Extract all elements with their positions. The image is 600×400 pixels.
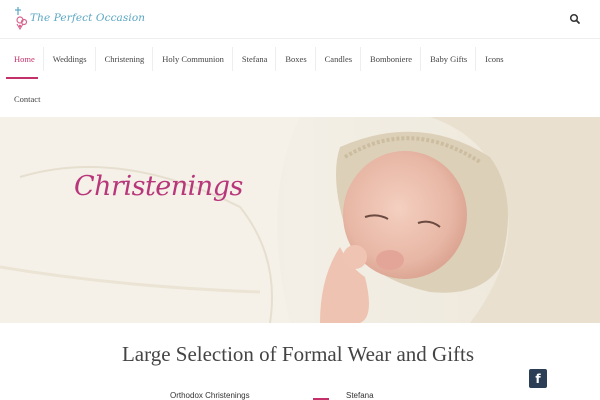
nav-item-label: Home	[14, 54, 35, 64]
nav-item-label: Icons	[485, 54, 504, 64]
nav-item-label: Baby Gifts	[430, 54, 468, 64]
hero-banner: Christenings	[0, 117, 600, 323]
nav-item-contact[interactable]: Contact	[0, 79, 49, 119]
facebook-icon: f	[535, 371, 541, 386]
nav-item-bomboniere[interactable]: Bomboniere	[361, 39, 422, 79]
nav-row-primary: Home Weddings Christening Holy Communion Ste…	[0, 39, 513, 79]
orthodox-christenings-heading: Orthodox Christenings	[170, 391, 250, 400]
nav-item-stefana[interactable]: Stefana	[233, 39, 277, 79]
nav-item-icons[interactable]: Icons	[476, 39, 512, 79]
section-title: Large Selection of Formal Wear and Gifts	[121, 342, 475, 366]
nav-row-secondary: Contact	[0, 79, 49, 119]
search-button[interactable]	[568, 12, 582, 26]
hero-caption: Christenings	[74, 171, 243, 202]
nav-item-label: Weddings	[52, 54, 87, 64]
site-logo[interactable]: The Perfect Occasion	[14, 5, 145, 31]
nav-item-label: Stefana	[241, 54, 268, 64]
nav-item-label: Candles	[324, 54, 353, 64]
nav-item-boxes[interactable]: Boxes	[276, 39, 316, 79]
nav-item-candles[interactable]: Candles	[316, 39, 362, 79]
nav-item-weddings[interactable]: Weddings	[44, 39, 96, 79]
main-navigation: Home Weddings Christening Holy Communion Ste…	[0, 38, 600, 118]
nav-item-label: Contact	[14, 94, 41, 104]
nav-item-baby-gifts[interactable]: Baby Gifts	[421, 39, 477, 79]
nav-item-holy-communion[interactable]: Holy Communion	[153, 39, 233, 79]
nav-item-label: Holy Communion	[162, 54, 224, 64]
cross-bow-icon	[15, 7, 28, 30]
nav-item-label: Boxes	[285, 54, 307, 64]
nav-item-label: Bomboniere	[370, 54, 413, 64]
search-icon	[569, 13, 580, 24]
site-header: The Perfect Occasion	[0, 0, 600, 38]
nav-item-home[interactable]: Home	[0, 39, 44, 79]
stefana-heading: Stefana	[346, 391, 374, 400]
nav-item-label: Christening	[104, 54, 145, 64]
logo-text: The Perfect Occasion	[30, 12, 146, 24]
facebook-button[interactable]: f	[529, 369, 547, 388]
nav-item-christening[interactable]: Christening	[96, 39, 154, 79]
hero-image	[0, 117, 600, 323]
